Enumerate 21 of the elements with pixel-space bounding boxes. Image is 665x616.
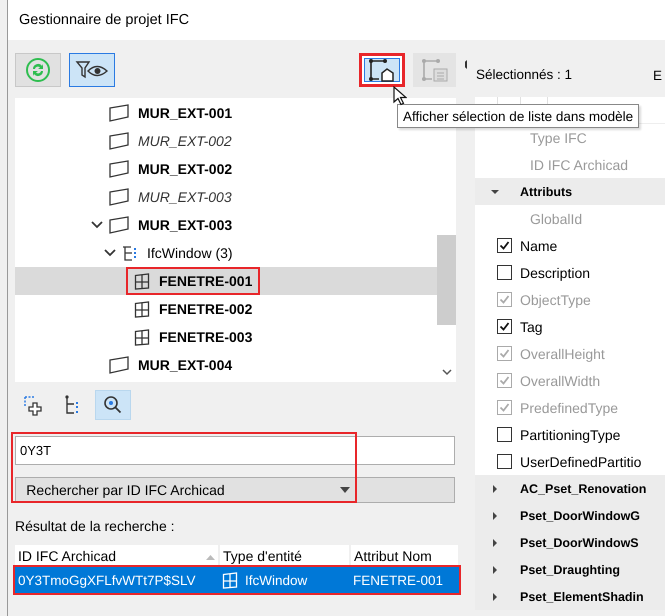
property-label: PartitioningType bbox=[520, 426, 620, 442]
property-label: PredefinedType bbox=[520, 400, 618, 416]
property-label: Name bbox=[520, 238, 558, 254]
property-label: Description bbox=[520, 264, 590, 280]
table-cell: FENETRE-001 bbox=[350, 567, 459, 593]
table-cell: IfcWindow bbox=[219, 567, 350, 593]
property-label: OverallWidth bbox=[520, 372, 600, 388]
tooltip: Afficher sélection de liste dans modèle bbox=[397, 104, 640, 128]
table-cell: 0Y3TmoGgXFLfvWTt7P$SLV bbox=[15, 567, 219, 593]
property-label: ID IFC Archicad bbox=[530, 156, 628, 172]
property-label: Tag bbox=[520, 318, 543, 334]
property-label: OverallHeight bbox=[520, 346, 605, 362]
property-label: UserDefinedPartitio bbox=[520, 454, 642, 470]
window-title: Gestionnaire de projet IFC bbox=[19, 12, 190, 28]
column-header: E bbox=[653, 68, 662, 83]
results-label: Résultat de la recherche : bbox=[15, 518, 176, 536]
property-label: ObjectType bbox=[520, 292, 591, 308]
selected-count: Sélectionnés : 1 bbox=[476, 67, 572, 82]
property-label: GlobalId bbox=[530, 210, 582, 226]
property-label: Type IFC bbox=[530, 130, 587, 146]
highlight-frame: FENETRE-001 bbox=[126, 267, 260, 295]
